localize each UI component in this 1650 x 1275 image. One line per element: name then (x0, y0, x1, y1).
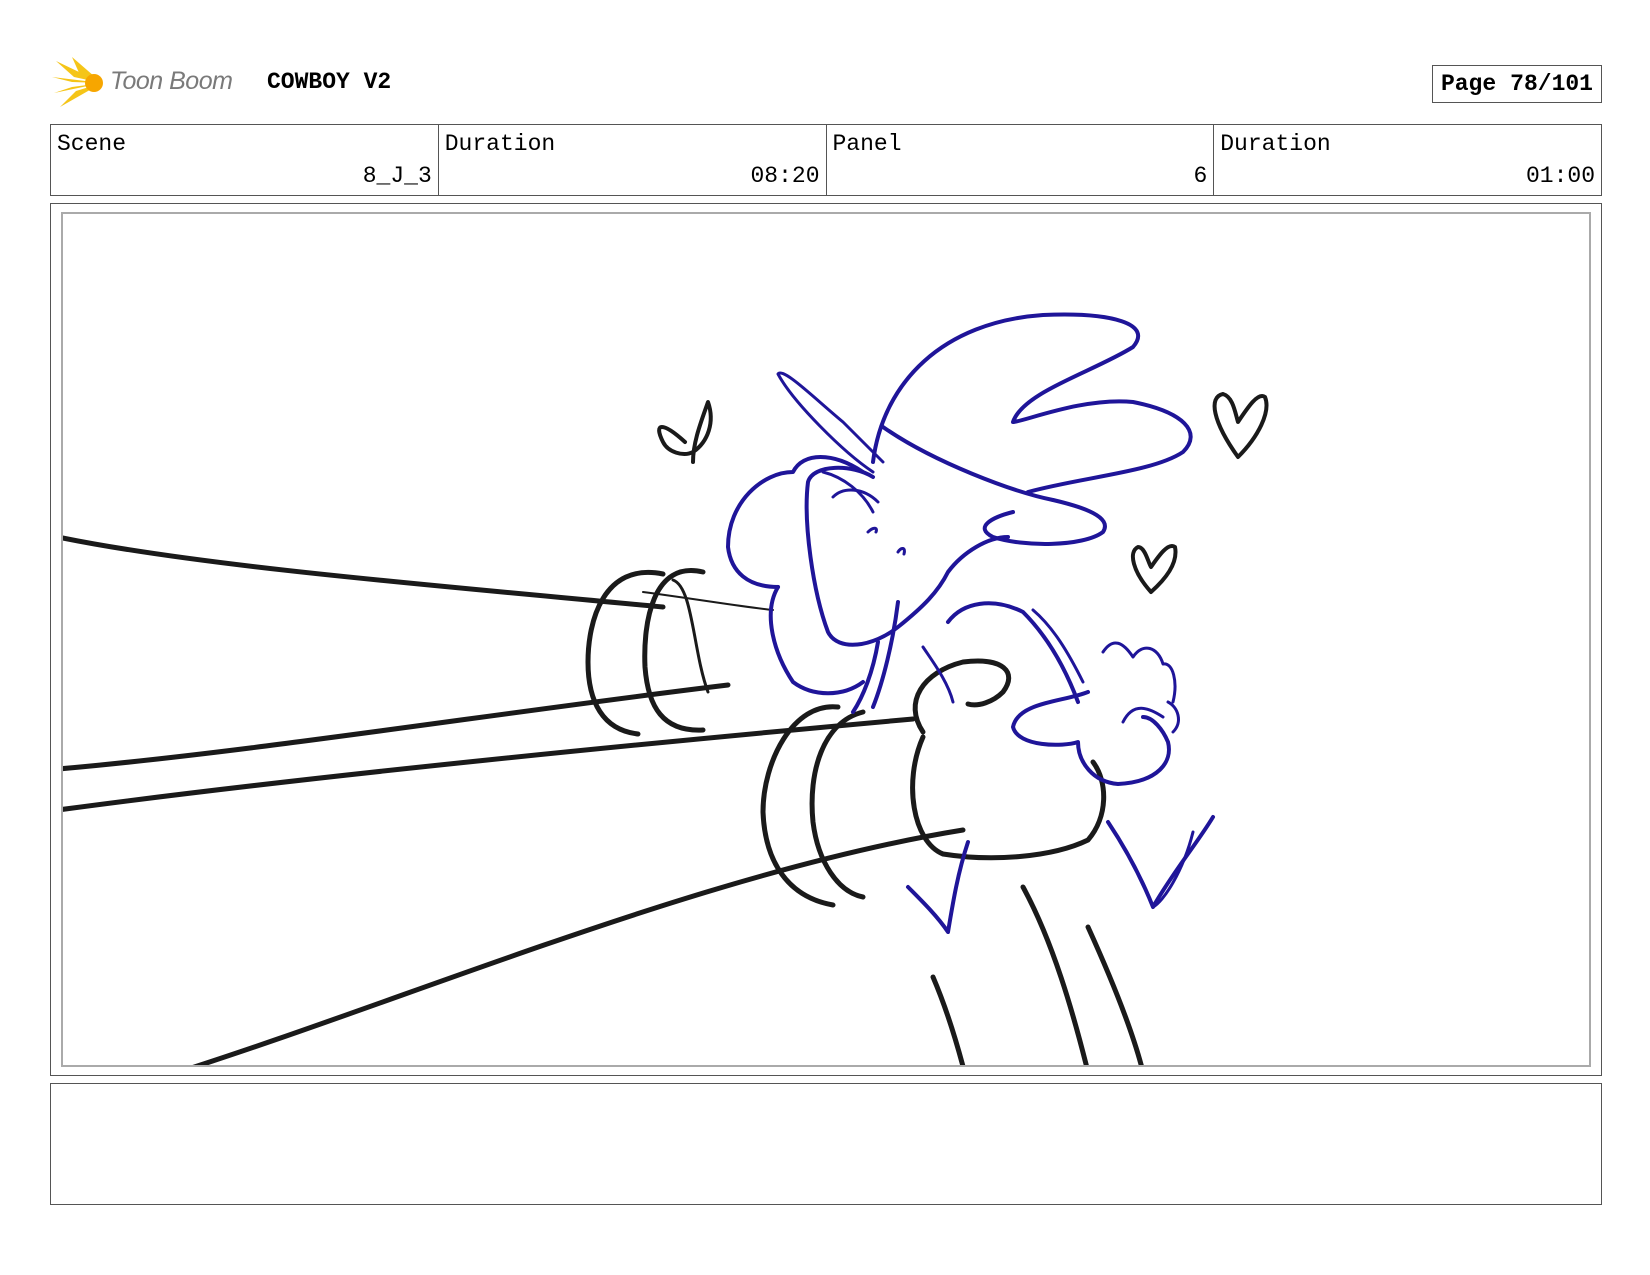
logo-text: Toon Boom (110, 67, 233, 95)
sketch-drawing (63, 312, 1269, 1065)
scene-value: 8_J_3 (362, 163, 432, 189)
panel-label: Panel (832, 131, 902, 157)
toon-boom-logo: Toon Boom (52, 55, 252, 111)
panel-notes-box (50, 1083, 1602, 1205)
scene-label: Scene (57, 131, 127, 157)
page-indicator: Page 78/101 (1431, 65, 1602, 103)
arms-sketch (63, 392, 1269, 1065)
project-title: COWBOY V2 (267, 69, 392, 95)
page-header: Toon Boom COWBOY V2 Page 78/101 (50, 55, 1602, 115)
panel-duration-cell: Duration 01:00 (1214, 125, 1601, 195)
starburst-icon (52, 57, 103, 107)
storyboard-panel (50, 203, 1602, 1076)
page-label: Page (1440, 71, 1497, 97)
scene-duration-label: Duration (444, 131, 556, 157)
scene-cell: Scene 8_J_3 (51, 125, 439, 195)
scene-duration-value: 08:20 (750, 163, 820, 189)
page-number: 78/101 (1510, 71, 1593, 97)
panel-value: 6 (1193, 163, 1208, 189)
scene-info-table: Scene 8_J_3 Duration 08:20 Panel 6 Durat… (50, 124, 1602, 196)
panel-drawing-area (61, 212, 1591, 1067)
panel-duration-label: Duration (1220, 131, 1331, 157)
cowboy-character-sketch (726, 312, 1215, 934)
scene-duration-cell: Duration 08:20 (439, 125, 827, 195)
panel-cell: Panel 6 (827, 125, 1215, 195)
panel-duration-value: 01:00 (1525, 163, 1595, 189)
